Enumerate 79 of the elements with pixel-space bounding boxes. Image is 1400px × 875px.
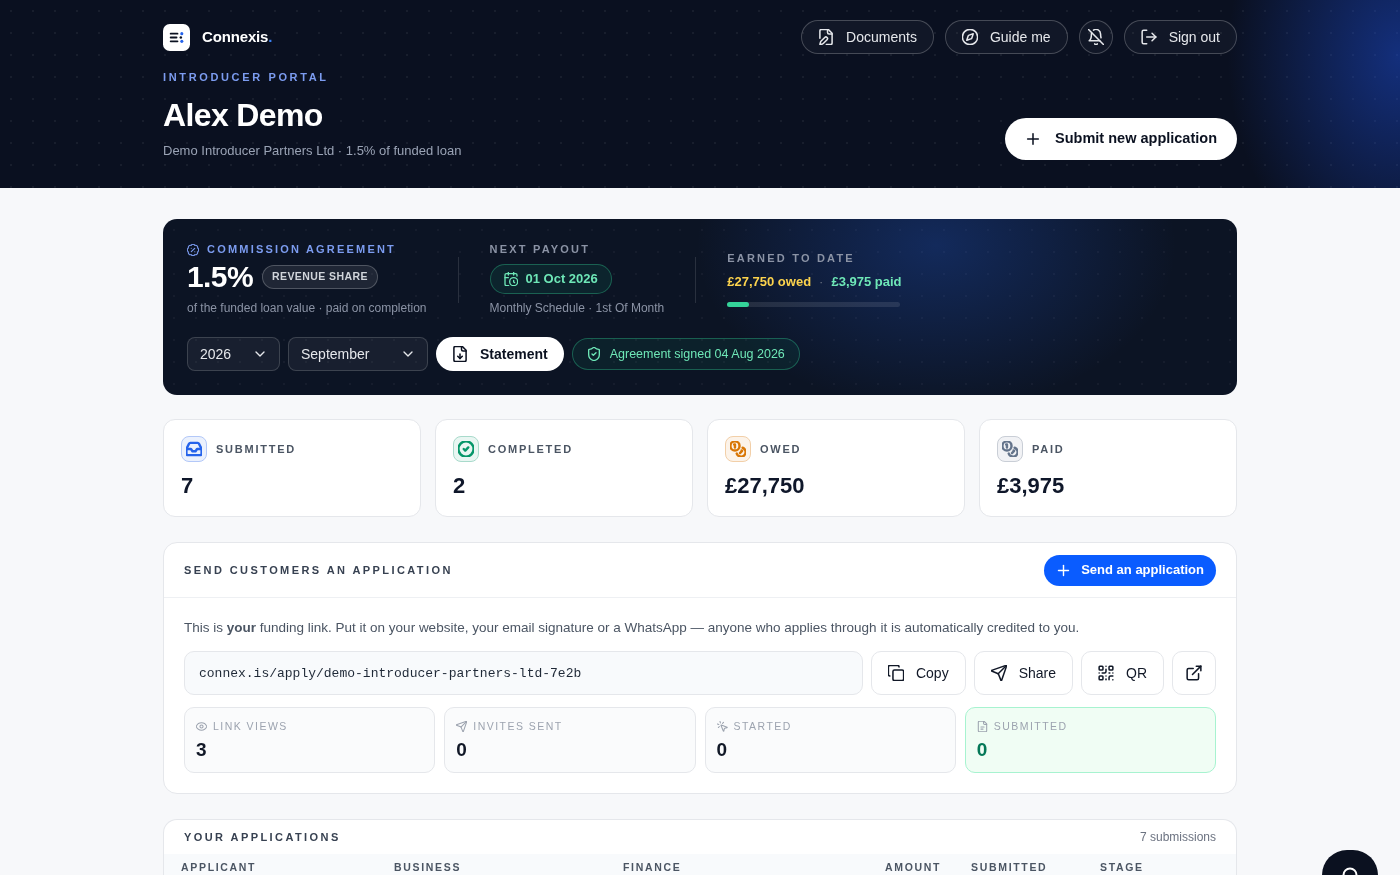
next-payout-label: NEXT PAYOUT bbox=[489, 243, 592, 256]
floating-action-button[interactable] bbox=[1322, 850, 1378, 875]
send-icon bbox=[456, 721, 468, 733]
file-download-icon bbox=[452, 346, 468, 362]
metric-label: STARTED bbox=[733, 719, 792, 734]
shield-check-icon bbox=[586, 347, 601, 361]
portal-eyebrow: INTRODUCER PORTAL bbox=[163, 71, 330, 84]
stat-value: 2 bbox=[453, 472, 467, 500]
notifications-button[interactable] bbox=[1078, 20, 1113, 54]
file-icon bbox=[976, 721, 988, 733]
submission-count: 7 submissions bbox=[1139, 829, 1216, 846]
revenue-share-tag: REVENUE SHARE bbox=[262, 265, 378, 289]
funding-link-field[interactable]: connex.is/apply/demo-introducer-partners-ltd-7e2b bbox=[184, 651, 863, 695]
agreement-status-text: Agreement signed 04 Aug 2026 bbox=[609, 345, 785, 363]
section-title: YOUR APPLICATIONS bbox=[184, 829, 341, 845]
file-pen-icon bbox=[818, 29, 835, 45]
stat-value: 7 bbox=[181, 472, 195, 500]
percent-badge-icon bbox=[187, 243, 199, 256]
send-application-button[interactable]: Send an application bbox=[1044, 554, 1216, 586]
sign-out-button[interactable]: Sign out bbox=[1123, 20, 1237, 54]
external-link-icon bbox=[1186, 665, 1202, 681]
paid-amount: £3,975 paid bbox=[831, 273, 902, 292]
column-header[interactable]: BUSINESS bbox=[394, 861, 623, 873]
payout-date: 01 Oct 2026 bbox=[525, 270, 598, 289]
page-subtitle: Demo Introducer Partners Ltd · 1.5% of funded loan bbox=[163, 142, 462, 160]
funding-link-description: This is your funding link. Put it on your website, your email signature or a WhatsApp — anyone who applies through it is automatically credited to you. bbox=[184, 619, 1081, 637]
earned-label: EARNED TO DATE bbox=[727, 252, 856, 266]
metric-value: 0 bbox=[716, 737, 729, 762]
commission-note: of the funded loan value · paid on completion bbox=[187, 300, 427, 316]
owed-amount: £27,750 owed bbox=[727, 273, 812, 292]
qr-code-icon bbox=[1098, 665, 1114, 681]
commission-label: COMMISSION AGREEMENT bbox=[207, 243, 397, 256]
metric-label: INVITES SENT bbox=[473, 719, 563, 734]
documents-button[interactable]: Documents bbox=[801, 20, 934, 54]
sign-out-icon bbox=[1140, 29, 1157, 45]
qr-button[interactable]: QR bbox=[1081, 651, 1164, 695]
column-header[interactable]: AMOUNT bbox=[885, 861, 971, 873]
eye-icon bbox=[196, 721, 207, 733]
coins-icon bbox=[997, 436, 1023, 462]
column-header[interactable]: FINANCE bbox=[623, 861, 885, 873]
guide-button[interactable]: Guide me bbox=[944, 20, 1068, 54]
metric-value: 0 bbox=[976, 737, 989, 762]
year-select[interactable]: 2026 bbox=[187, 337, 280, 371]
open-link-button[interactable] bbox=[1172, 651, 1216, 695]
payout-schedule: Monthly Schedule · 1st Of Month bbox=[489, 300, 665, 316]
plus-icon bbox=[1025, 131, 1042, 147]
logo-icon[interactable] bbox=[163, 23, 190, 51]
plus-icon bbox=[1056, 562, 1072, 578]
brand-name[interactable]: Connexis. bbox=[202, 25, 273, 49]
bell-off-icon bbox=[1087, 29, 1104, 45]
stat-label: COMPLETED bbox=[488, 441, 573, 457]
share-button[interactable]: Share bbox=[973, 651, 1073, 695]
metric-value: 0 bbox=[456, 737, 468, 762]
calendar-clock-icon bbox=[503, 272, 518, 286]
metric-label: SUBMITTED bbox=[993, 719, 1068, 734]
commission-rate: 1.5% bbox=[187, 260, 253, 294]
page-title: Alex Demo bbox=[163, 96, 324, 134]
stat-value: £3,975 bbox=[997, 472, 1066, 500]
copy-icon bbox=[887, 665, 904, 681]
stat-value: £27,750 bbox=[725, 472, 806, 500]
compass-icon bbox=[961, 29, 978, 45]
inbox-icon bbox=[181, 436, 207, 462]
stat-label: SUBMITTED bbox=[216, 441, 296, 457]
submit-application-button[interactable]: Submit new application bbox=[1005, 118, 1237, 160]
pointer-click-icon bbox=[716, 721, 728, 733]
column-header[interactable]: APPLICANT bbox=[181, 861, 394, 873]
metric-value: 3 bbox=[196, 737, 208, 762]
column-header[interactable]: STAGE bbox=[1100, 861, 1236, 873]
month-select[interactable]: September bbox=[288, 337, 428, 371]
stat-label: PAID bbox=[1032, 441, 1065, 457]
copy-button[interactable]: Copy bbox=[870, 651, 966, 695]
section-title: SEND CUSTOMERS AN APPLICATION bbox=[184, 562, 453, 578]
stat-label: OWED bbox=[760, 441, 802, 457]
send-icon bbox=[990, 665, 1007, 681]
coins-icon bbox=[725, 436, 751, 462]
statement-button[interactable]: Statement bbox=[436, 337, 564, 371]
column-header[interactable]: SUBMITTED bbox=[971, 861, 1100, 873]
separator-dot: · bbox=[819, 273, 824, 292]
metric-label: LINK VIEWS bbox=[213, 719, 288, 734]
